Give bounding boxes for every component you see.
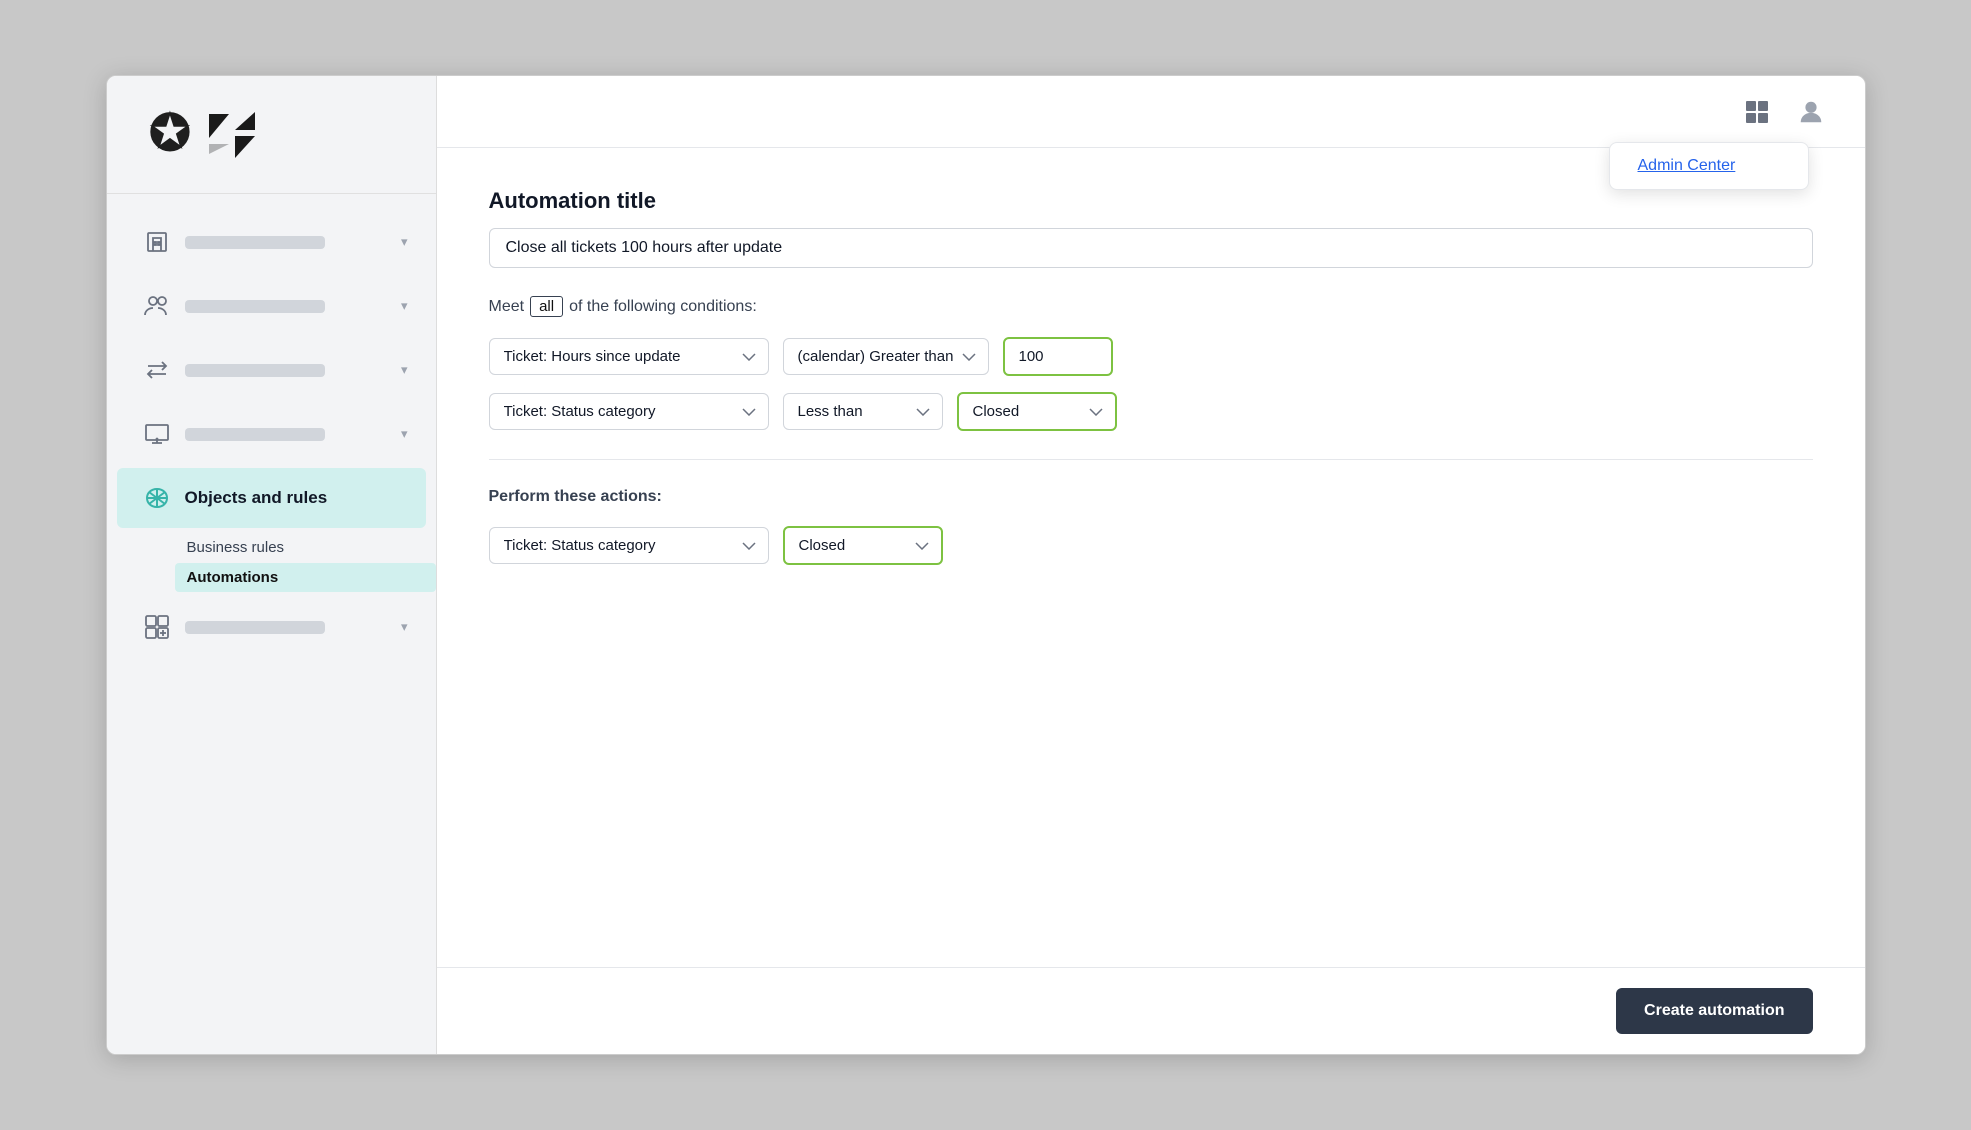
- automation-form: Automation title Meet all of the followi…: [437, 148, 1865, 967]
- monitor-icon: [139, 416, 175, 452]
- sub-nav-automations[interactable]: Automations: [175, 563, 436, 592]
- chevron-down-icon: ▾: [401, 234, 408, 250]
- sidebar: ✪: [107, 76, 437, 1054]
- condition-2-field-select[interactable]: Ticket: Status category: [489, 393, 769, 430]
- condition-row-2: Ticket: Status category Less than Closed: [489, 392, 1813, 431]
- zendesk-logo-icon: ✪: [143, 104, 199, 160]
- condition-1-value-input[interactable]: [1003, 337, 1113, 376]
- automation-title-label: Automation title: [489, 188, 1813, 214]
- grid-apps-icon[interactable]: [1739, 94, 1775, 130]
- admin-center-link[interactable]: Admin Center: [1638, 157, 1736, 174]
- admin-center-dropdown: Admin Center: [1609, 142, 1809, 190]
- sub-navigation: Business rules Automations: [107, 530, 436, 595]
- chevron-down-icon: ▾: [401, 298, 408, 314]
- create-automation-button[interactable]: Create automation: [1616, 988, 1812, 1034]
- section-divider: [489, 459, 1813, 460]
- action-1-value-select[interactable]: Closed: [783, 526, 943, 565]
- header: Admin Center: [437, 76, 1865, 148]
- automation-title-input[interactable]: [489, 228, 1813, 268]
- sidebar-item-building[interactable]: ▾: [117, 212, 426, 272]
- sidebar-item-objects-rules[interactable]: Objects and rules: [117, 468, 426, 528]
- user-avatar-icon[interactable]: [1793, 94, 1829, 130]
- objects-rules-icon: [139, 480, 175, 516]
- sidebar-item-apps[interactable]: ▾: [117, 597, 426, 657]
- sidebar-item-people[interactable]: ▾: [117, 276, 426, 336]
- sub-nav-business-rules[interactable]: Business rules: [175, 533, 436, 562]
- sidebar-item-workspaces[interactable]: ▾: [117, 404, 426, 464]
- main-content: Admin Center Automation title Meet all o…: [437, 76, 1865, 1054]
- actions-label: Perform these actions:: [489, 488, 1813, 506]
- chevron-down-icon: ▾: [401, 426, 408, 442]
- chevron-down-icon: ▾: [401, 362, 408, 378]
- apps-icon: [139, 609, 175, 645]
- sidebar-navigation: ▾ ▾: [107, 194, 436, 1054]
- condition-1-field-select[interactable]: Ticket: Hours since update: [489, 338, 769, 375]
- people-icon: [139, 288, 175, 324]
- chevron-down-icon: ▾: [401, 619, 408, 635]
- footer: Create automation: [437, 967, 1865, 1054]
- arrows-icon: [139, 352, 175, 388]
- building-icon: [139, 224, 175, 260]
- condition-2-operator-select[interactable]: Less than: [783, 393, 943, 430]
- sidebar-item-objects-rules-label: Objects and rules: [185, 488, 328, 508]
- svg-text:✪: ✪: [149, 105, 191, 160]
- condition-row-1: Ticket: Hours since update (calendar) Gr…: [489, 337, 1813, 376]
- sidebar-item-channels[interactable]: ▾: [117, 340, 426, 400]
- condition-2-value-select[interactable]: Closed: [957, 392, 1117, 431]
- all-conditions-badge[interactable]: all: [530, 296, 563, 317]
- logo: ✪: [107, 76, 436, 194]
- condition-1-operator-select[interactable]: (calendar) Greater than: [783, 338, 989, 375]
- conditions-label: Meet all of the following conditions:: [489, 296, 1813, 317]
- action-1-field-select[interactable]: Ticket: Status category: [489, 527, 769, 564]
- zendesk-logo-icon: [203, 108, 263, 160]
- action-row-1: Ticket: Status category Closed: [489, 526, 1813, 565]
